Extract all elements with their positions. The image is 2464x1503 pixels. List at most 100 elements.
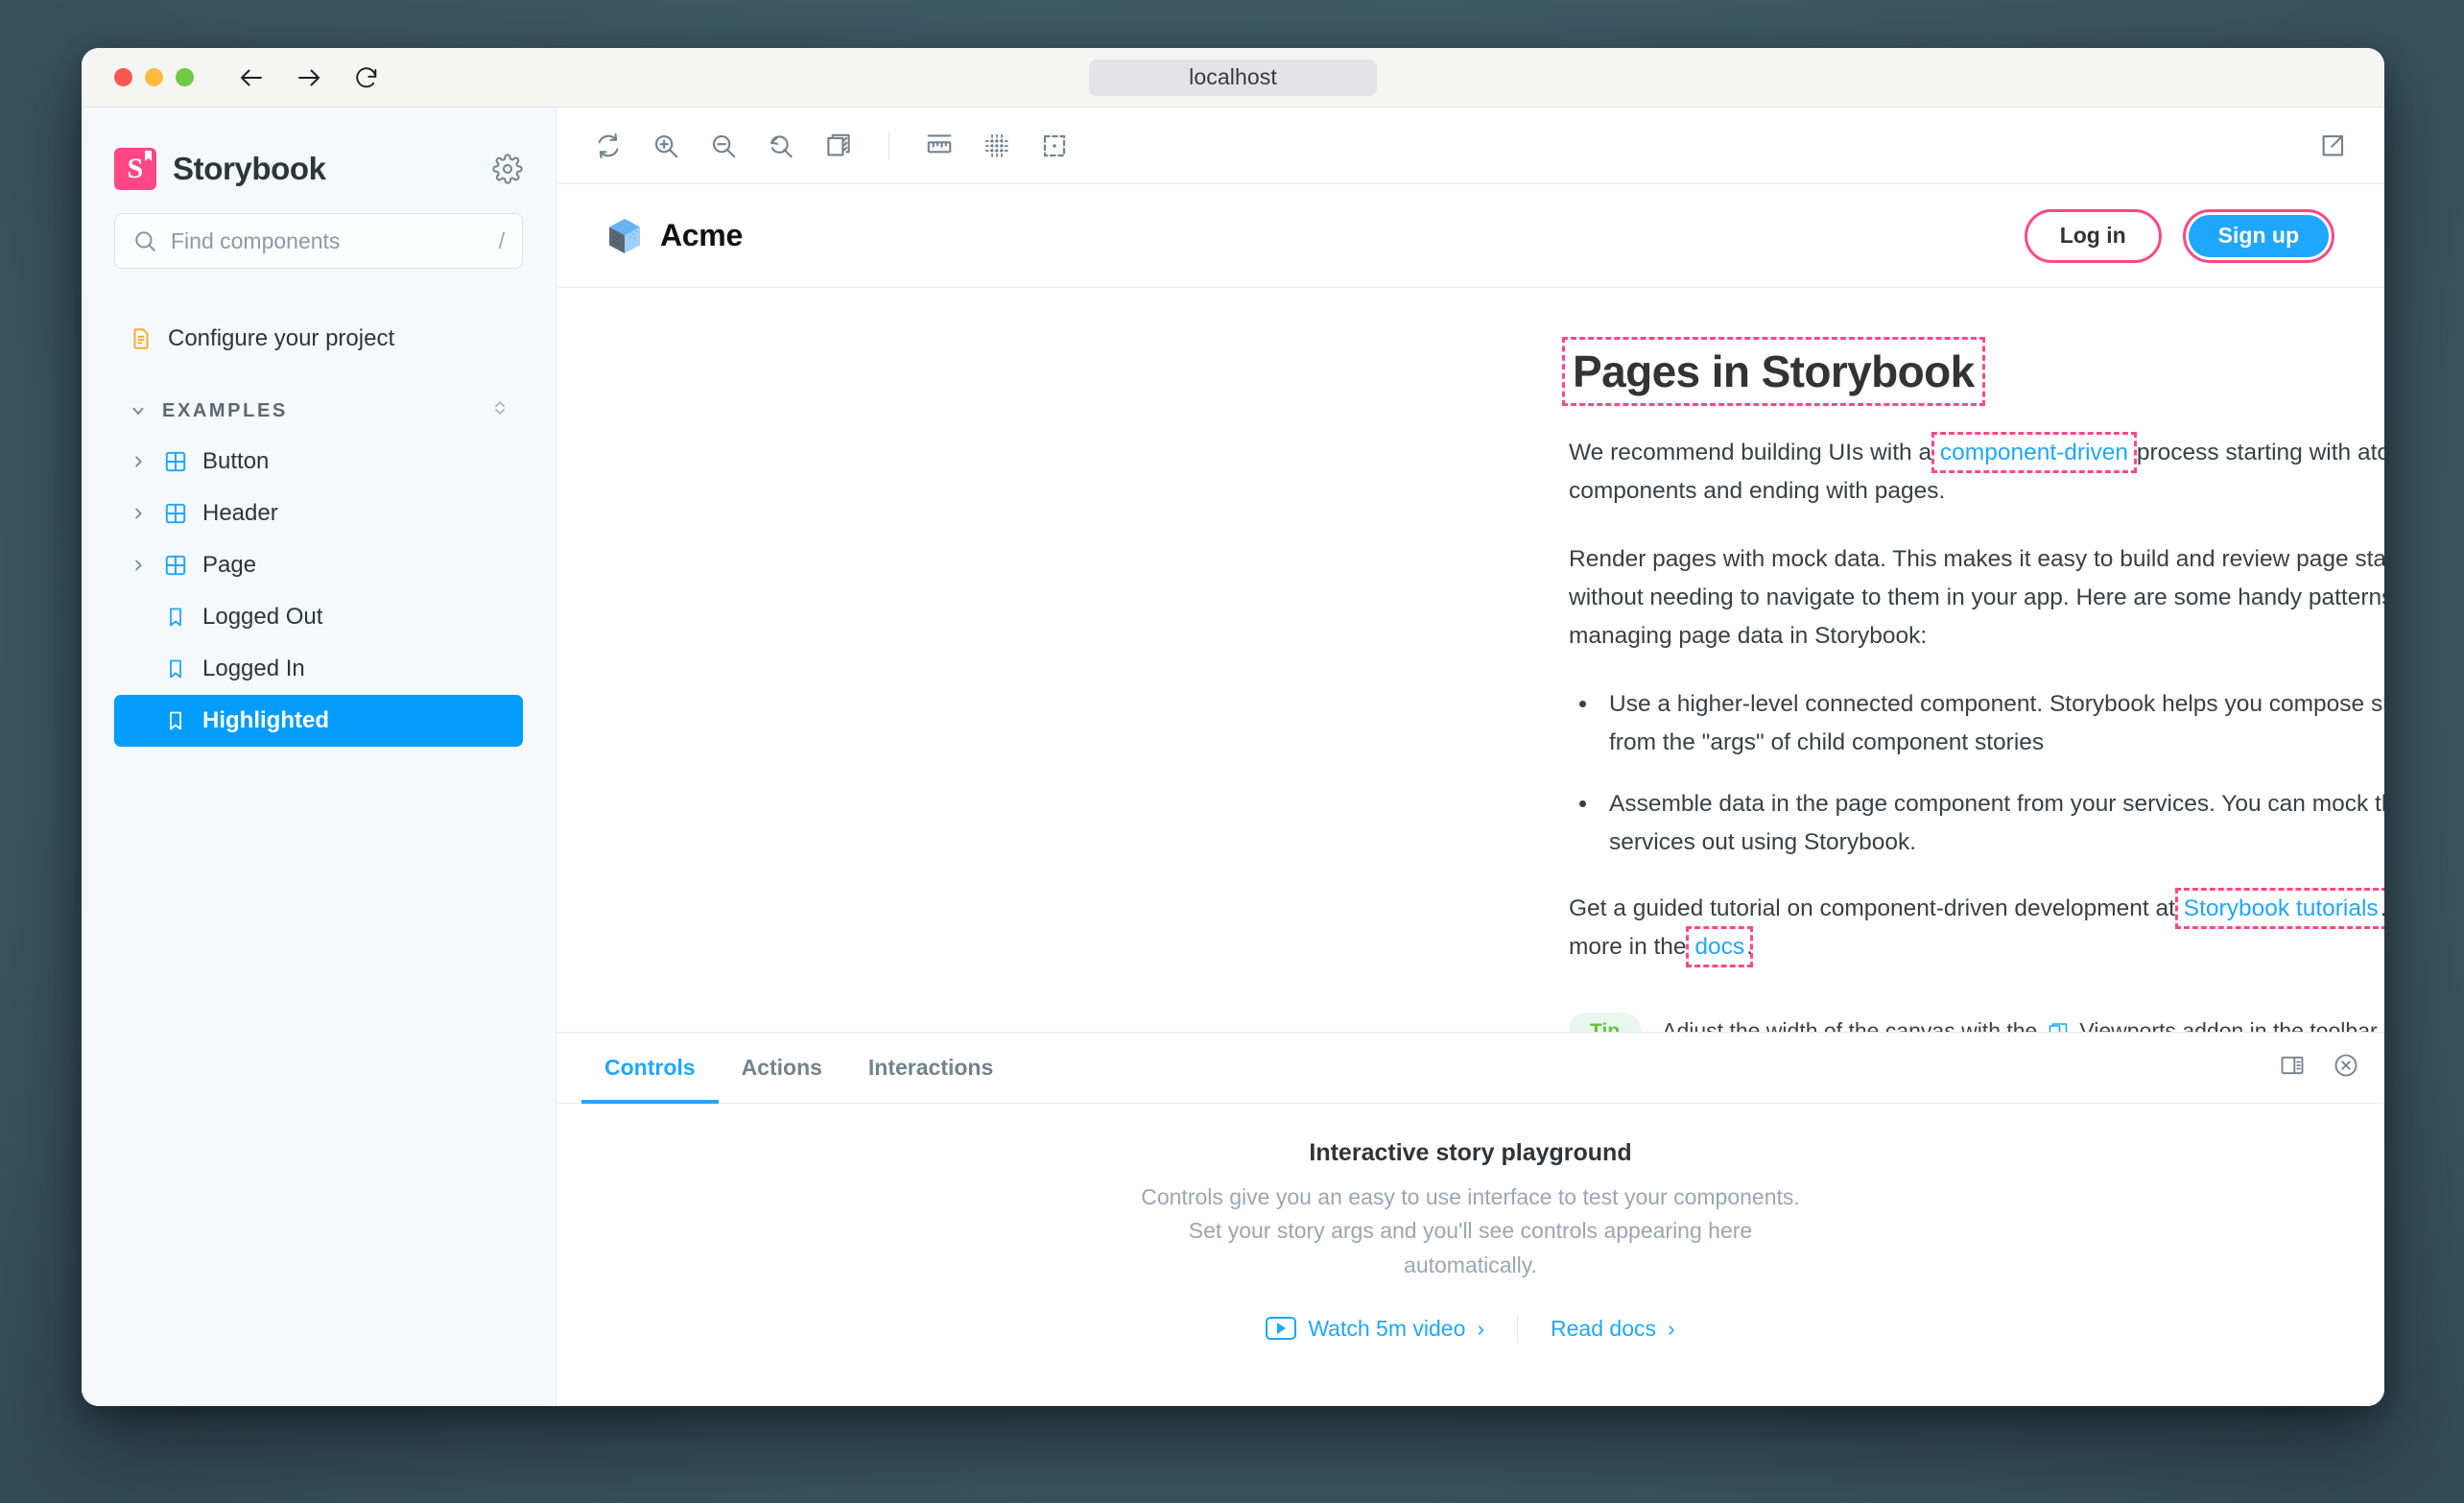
storybook-tutorials-link[interactable]: Storybook tutorials <box>2182 895 2381 922</box>
external-link-icon[interactable] <box>2306 119 2359 173</box>
chevron-right-icon <box>128 454 149 469</box>
tip-text-before: Adjust the width of the canvas with the <box>1662 1018 2037 1032</box>
zoom-out-icon[interactable] <box>697 119 750 173</box>
component-icon <box>162 552 189 579</box>
log-in-button[interactable]: Log in <box>2025 209 2162 263</box>
sign-up-button[interactable]: Sign up <box>2183 209 2334 263</box>
sidebar-item-label: Button <box>202 448 269 475</box>
storybook-logo-icon: S <box>114 148 156 190</box>
sidebar-item-page[interactable]: Page <box>114 539 523 591</box>
gear-icon[interactable] <box>492 154 523 184</box>
story-bookmark-icon <box>162 656 189 682</box>
canvas-toolbar <box>557 107 2384 184</box>
patterns-list: Use a higher-level connected component. … <box>1599 685 2384 861</box>
panel-links: Watch 5m video › Read docs › <box>1266 1315 1674 1342</box>
para1-before: We recommend building UIs with a <box>1569 440 1938 465</box>
search-shortcut-hint: / <box>499 228 505 254</box>
panel-empty-title: Interactive story playground <box>1309 1139 1631 1167</box>
storybook-app: S Storybook Find components / Configure … <box>82 107 2384 1406</box>
sidebar-group-examples[interactable]: EXAMPLES <box>114 386 523 436</box>
grid-icon[interactable] <box>970 119 1024 173</box>
watch-video-label: Watch 5m video <box>1308 1316 1465 1342</box>
component-icon <box>162 500 189 527</box>
toolbar-divider <box>888 131 889 160</box>
tab-interactions[interactable]: Interactions <box>845 1033 1016 1103</box>
read-docs-link[interactable]: Read docs › <box>1551 1316 1675 1342</box>
preview-area: Acme Log in Sign up Pages in Storybook W… <box>557 107 2384 1406</box>
component-icon <box>162 448 189 475</box>
sidebar-item-logged-out[interactable]: Logged Out <box>114 591 523 643</box>
sidebar-item-logged-in[interactable]: Logged In <box>114 643 523 695</box>
sidebar-item-configure-your-project[interactable]: Configure your project <box>114 313 523 365</box>
browser-window: localhost S Storybook Find components / <box>82 48 2384 1406</box>
sort-icon[interactable] <box>490 395 509 426</box>
tip-badge: Tip <box>1569 1013 1641 1032</box>
chevron-right-icon <box>128 558 149 573</box>
para3-after: . <box>1746 934 1753 960</box>
list-item: Assemble data in the page component from… <box>1599 785 2384 861</box>
background-icon[interactable] <box>812 119 865 173</box>
list-item: Use a higher-level connected component. … <box>1599 685 2384 761</box>
docs-link[interactable]: docs <box>1693 933 1746 961</box>
tab-controls[interactable]: Controls <box>581 1033 719 1103</box>
play-icon <box>1266 1317 1296 1340</box>
window-controls[interactable] <box>114 68 194 86</box>
paragraph-2: Render pages with mock data. This makes … <box>1569 540 2384 655</box>
search-icon <box>132 228 157 253</box>
sidebar-group-label: EXAMPLES <box>162 400 288 422</box>
remount-icon[interactable] <box>581 119 635 173</box>
panel-layout-icon[interactable] <box>2279 1052 2306 1084</box>
search-placeholder: Find components <box>171 228 486 254</box>
sidebar-item-highlighted[interactable]: Highlighted <box>114 695 523 747</box>
measure-icon[interactable] <box>912 119 966 173</box>
watch-video-link[interactable]: Watch 5m video › <box>1266 1316 1484 1342</box>
address-bar[interactable]: localhost <box>1089 60 1377 96</box>
sidebar-item-label: Logged Out <box>202 604 322 631</box>
viewports-icon <box>2047 1020 2070 1032</box>
addon-panel-tabs: Controls Actions Interactions <box>557 1033 2384 1104</box>
sidebar: S Storybook Find components / Configure … <box>82 107 557 1406</box>
maximize-window-button[interactable] <box>176 68 194 86</box>
paragraph-3: Get a guided tutorial on component-drive… <box>1569 890 2384 966</box>
minimize-window-button[interactable] <box>145 68 163 86</box>
links-divider <box>1517 1315 1518 1342</box>
header-actions: Log in Sign up <box>2025 209 2334 263</box>
addon-panel: Controls Actions Interactions Interactiv… <box>557 1032 2384 1406</box>
acme-brand: Acme <box>606 217 743 255</box>
browser-titlebar: localhost <box>82 48 2384 107</box>
forward-icon[interactable] <box>295 63 323 92</box>
story-page-header: Acme Log in Sign up <box>557 184 2384 288</box>
reload-icon[interactable] <box>352 63 381 92</box>
acme-title: Acme <box>660 218 743 253</box>
sidebar-item-header[interactable]: Header <box>114 488 523 539</box>
read-docs-label: Read docs <box>1551 1316 1656 1342</box>
chevron-down-icon <box>128 402 149 419</box>
component-driven-link[interactable]: component-driven <box>1938 439 2130 466</box>
document-icon <box>128 325 154 352</box>
outline-icon[interactable] <box>1028 119 1081 173</box>
chevron-right-icon: › <box>1477 1316 1484 1342</box>
chevron-right-icon: › <box>1668 1316 1675 1342</box>
tab-actions[interactable]: Actions <box>719 1033 845 1103</box>
close-icon[interactable] <box>2333 1052 2359 1084</box>
search-input[interactable]: Find components / <box>114 213 523 269</box>
sidebar-brand-title: Storybook <box>173 151 326 187</box>
component-tree: Configure your project EXAMPLES <box>114 303 523 747</box>
page-title: Pages in Storybook <box>1569 344 1978 399</box>
close-window-button[interactable] <box>114 68 132 86</box>
story-canvas: Acme Log in Sign up Pages in Storybook W… <box>557 184 2384 1032</box>
sidebar-brand-row: S Storybook <box>114 107 523 213</box>
sidebar-item-label: Configure your project <box>168 325 394 352</box>
story-content: Pages in Storybook We recommend building… <box>557 288 2384 1032</box>
zoom-in-icon[interactable] <box>639 119 693 173</box>
back-icon[interactable] <box>237 63 266 92</box>
panel-empty-description: Controls give you an easy to use interfa… <box>1125 1181 1816 1283</box>
sidebar-item-button[interactable]: Button <box>114 436 523 488</box>
chevron-right-icon <box>128 506 149 521</box>
acme-cube-icon <box>606 217 643 255</box>
story-bookmark-icon <box>162 707 189 734</box>
tip-row: Tip Adjust the width of the canvas with … <box>1569 1013 2384 1032</box>
zoom-reset-icon[interactable] <box>754 119 808 173</box>
sidebar-item-label: Page <box>202 552 256 579</box>
story-bookmark-icon <box>162 604 189 631</box>
